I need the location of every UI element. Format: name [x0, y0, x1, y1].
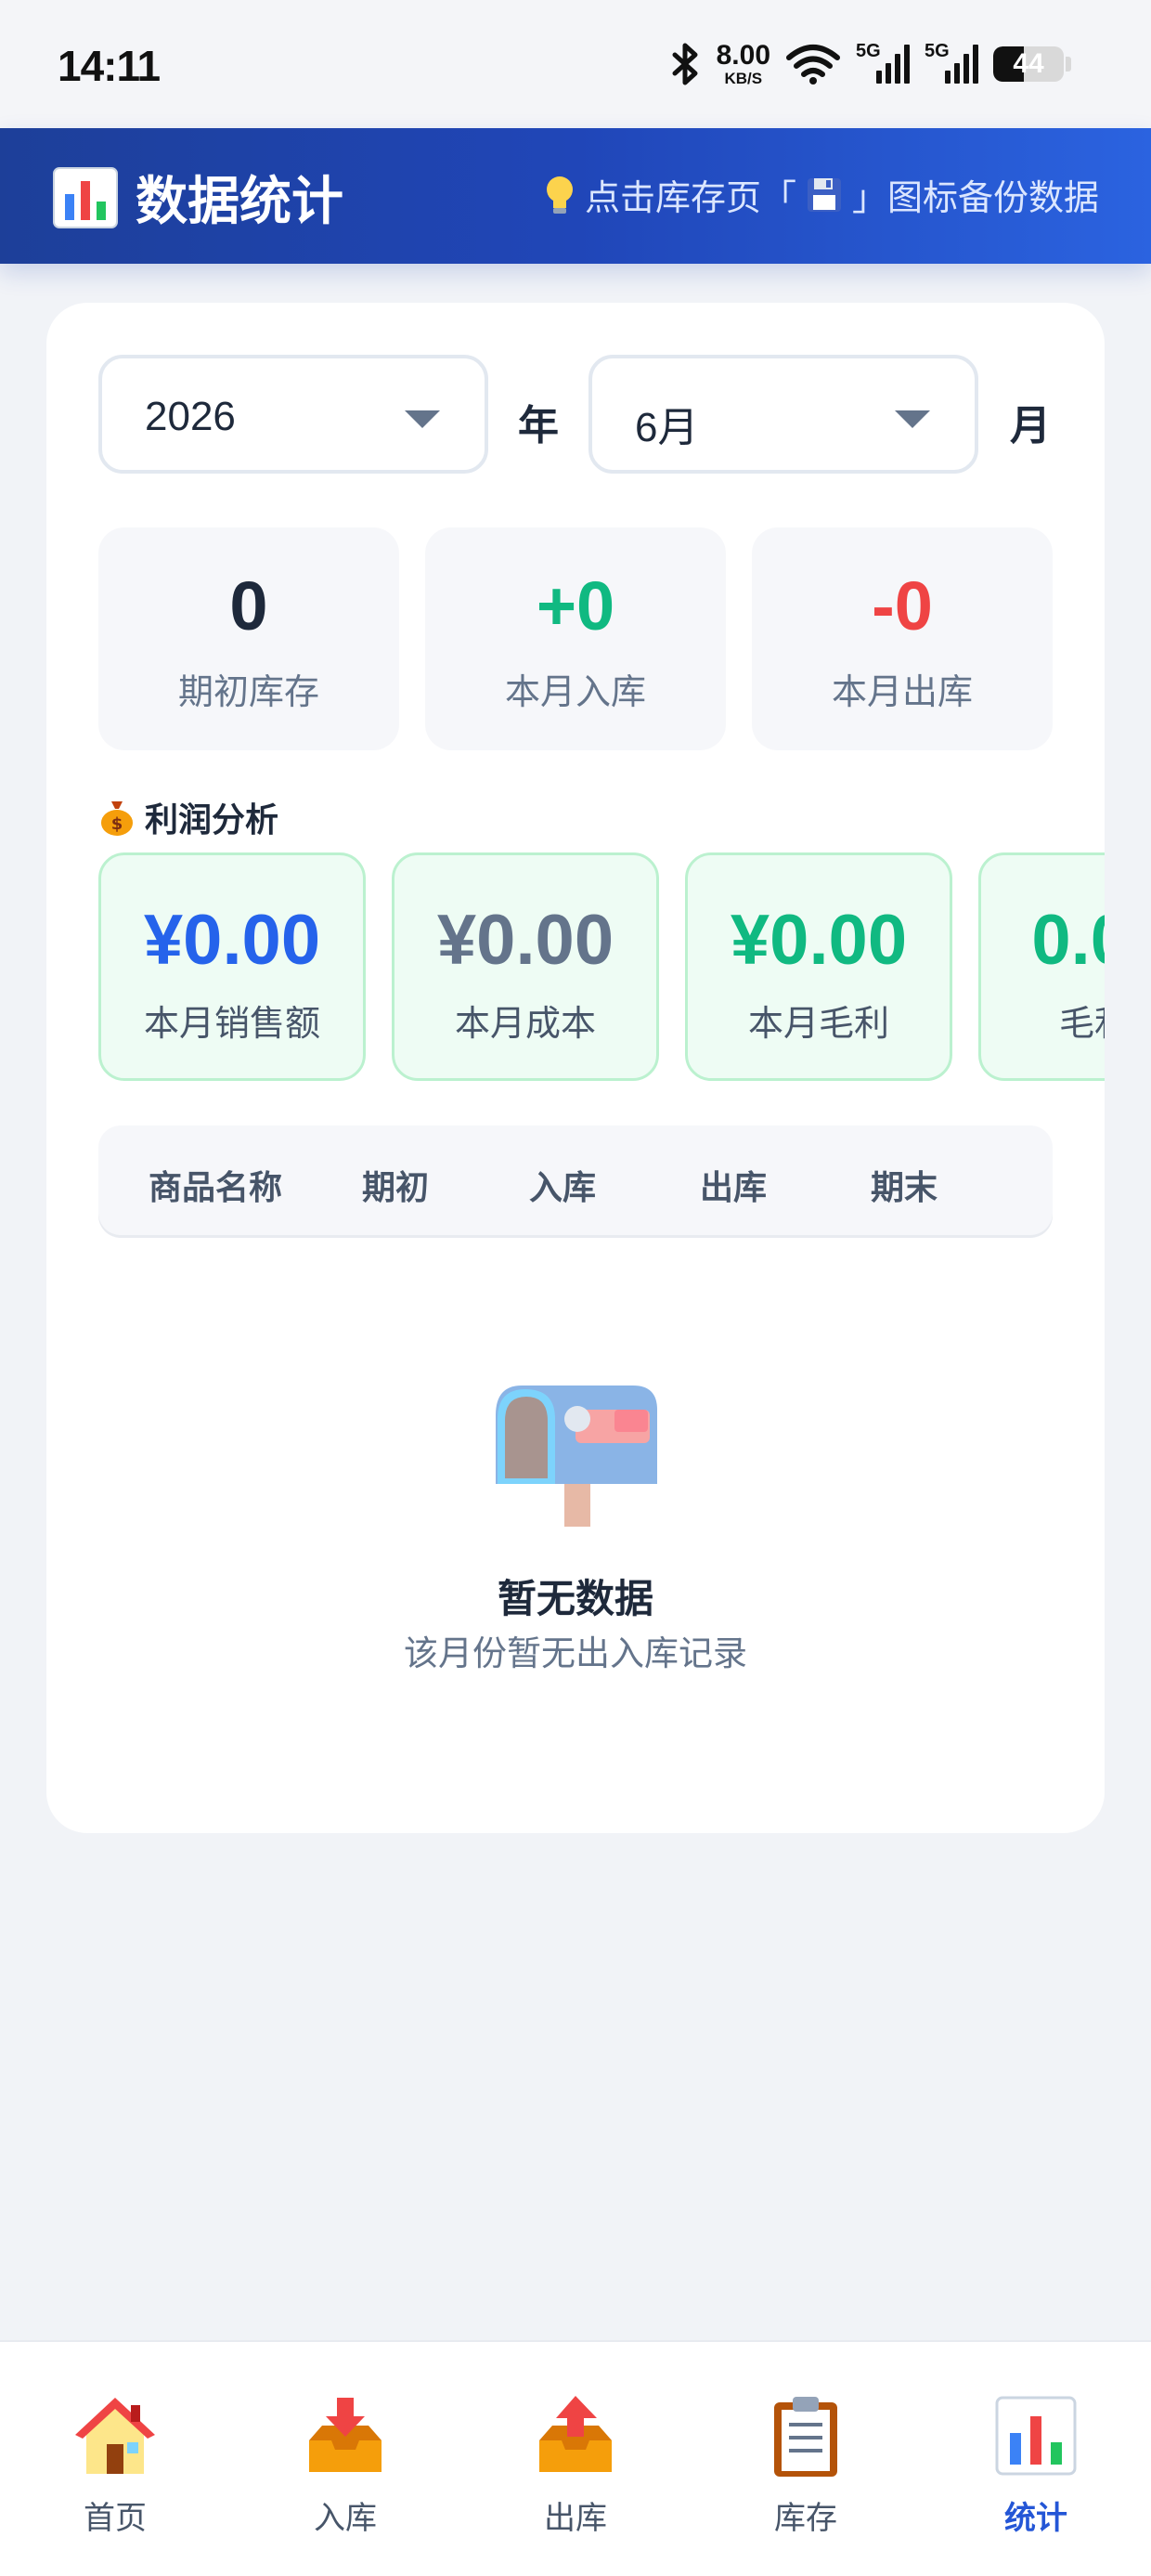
metric-cost-label: 本月成本: [454, 1003, 596, 1044]
bar-chart-icon: [995, 2396, 1077, 2476]
metric-cost: ¥0.00 本月成本: [392, 852, 659, 1081]
profit-section-title-text: 利润分析: [145, 801, 279, 839]
battery-icon: 44: [993, 46, 1064, 82]
stats-card: 2026 年 6月 月 0 期初库存 +0 本月入库 -0 本月出库 $ 利润分…: [46, 303, 1105, 1833]
summary-outbound: -0 本月出库: [752, 527, 1053, 750]
nav-item-home[interactable]: 首页: [0, 2342, 230, 2537]
metric-sales: ¥0.00 本月销售额: [98, 852, 366, 1081]
backup-hint: 点击库存页「 」图标备份数据: [544, 169, 1099, 220]
nav-item-home-label: 首页: [84, 2500, 147, 2537]
period-picker: 2026 年 6月 月: [98, 355, 1053, 481]
status-bar: 14:11 8.00 KB/S 5G 5G 44: [0, 0, 1151, 128]
page-title: 数据统计: [52, 160, 343, 235]
bottom-nav: 首页 入库 出库 库存 统计: [0, 2340, 1151, 2576]
inventory-summary: 0 期初库存 +0 本月入库 -0 本月出库: [98, 527, 1053, 750]
year-unit-label: 年: [518, 402, 559, 449]
nav-item-outbound[interactable]: 出库: [460, 2342, 691, 2537]
network-speed-value: 8.00: [716, 40, 770, 71]
inbox-tray-icon: [309, 2398, 382, 2472]
column-product-name: 商品名称: [148, 1169, 282, 1207]
status-time: 14:11: [58, 42, 161, 90]
chevron-down-icon: [405, 410, 440, 428]
inbound-value: +0: [536, 567, 615, 644]
bluetooth-icon: [672, 43, 698, 85]
nav-item-inventory[interactable]: 库存: [691, 2342, 921, 2537]
chevron-down-icon: [895, 410, 930, 428]
backup-hint-suffix: 」图标备份数据: [851, 177, 1099, 218]
clipboard-icon: [774, 2397, 837, 2477]
metric-gross-margin-value: 0.0%: [1031, 901, 1105, 980]
month-unit-label: 月: [1010, 402, 1051, 449]
year-select[interactable]: 2026: [98, 355, 488, 474]
month-select-value: 6月: [635, 405, 699, 450]
inbound-label: 本月入库: [504, 671, 646, 712]
month-select[interactable]: 6月: [588, 355, 978, 474]
metric-gross-profit-value: ¥0.00: [730, 901, 908, 980]
backup-hint-prefix: 点击库存页「: [584, 177, 796, 218]
signal-icon: 5G: [856, 41, 910, 87]
metric-gross-profit: ¥0.00 本月毛利: [685, 852, 952, 1081]
opening-stock-label: 期初库存: [177, 671, 319, 712]
nav-item-stats-label: 统计: [1004, 2500, 1067, 2537]
nav-item-inbound-label: 入库: [314, 2500, 377, 2537]
opening-stock-value: 0: [229, 567, 268, 644]
battery-level: 44: [1013, 48, 1044, 79]
summary-inbound: +0 本月入库: [425, 527, 726, 750]
page-title-text: 数据统计: [136, 172, 343, 232]
column-inbound: 入库: [528, 1169, 596, 1207]
table-header: 商品名称 期初 入库 出库 期末: [98, 1125, 1053, 1235]
column-closing: 期末: [870, 1169, 938, 1207]
outbound-label: 本月出库: [831, 671, 973, 712]
year-select-value: 2026: [145, 394, 236, 439]
outbound-value: -0: [872, 567, 933, 644]
metric-gross-margin: 0.0% 毛利率: [978, 852, 1105, 1081]
house-icon: [75, 2398, 155, 2474]
column-outbound: 出库: [699, 1169, 767, 1207]
mailbox-icon: [496, 1386, 657, 1527]
metric-sales-value: ¥0.00: [143, 901, 321, 980]
profit-section-title: $ 利润分析: [98, 793, 278, 841]
lightbulb-icon: [546, 176, 573, 214]
empty-state-title: 暂无数据: [497, 1576, 653, 1621]
empty-state-subtitle: 该月份暂无出入库记录: [404, 1633, 747, 1673]
nav-item-outbound-label: 出库: [544, 2500, 607, 2537]
svg-text:$: $: [111, 814, 123, 834]
nav-item-inbound[interactable]: 入库: [230, 2342, 460, 2537]
wifi-icon: [786, 45, 840, 85]
metric-sales-label: 本月销售额: [143, 1003, 320, 1044]
signal-icon: 5G: [925, 41, 978, 87]
column-opening: 期初: [361, 1169, 429, 1207]
metric-gross-profit-label: 本月毛利: [747, 1003, 889, 1044]
floppy-disk-icon: [807, 177, 841, 212]
status-icons: 8.00 KB/S 5G 5G 44: [670, 37, 1071, 91]
nav-item-inventory-label: 库存: [774, 2500, 837, 2537]
metric-gross-margin-label: 毛利率: [1058, 1003, 1105, 1044]
money-bag-icon: $: [101, 801, 133, 836]
summary-opening-stock: 0 期初库存: [98, 527, 399, 750]
bar-chart-icon: [53, 166, 118, 228]
app-header: 数据统计 点击库存页「 」图标备份数据: [0, 128, 1151, 264]
metric-cost-value: ¥0.00: [436, 901, 614, 980]
nav-item-stats[interactable]: 统计: [921, 2342, 1151, 2537]
battery-tip: [1066, 57, 1071, 72]
network-speed: 8.00 KB/S: [716, 40, 770, 87]
network-speed-unit: KB/S: [724, 70, 763, 87]
outbox-tray-icon: [539, 2396, 612, 2472]
